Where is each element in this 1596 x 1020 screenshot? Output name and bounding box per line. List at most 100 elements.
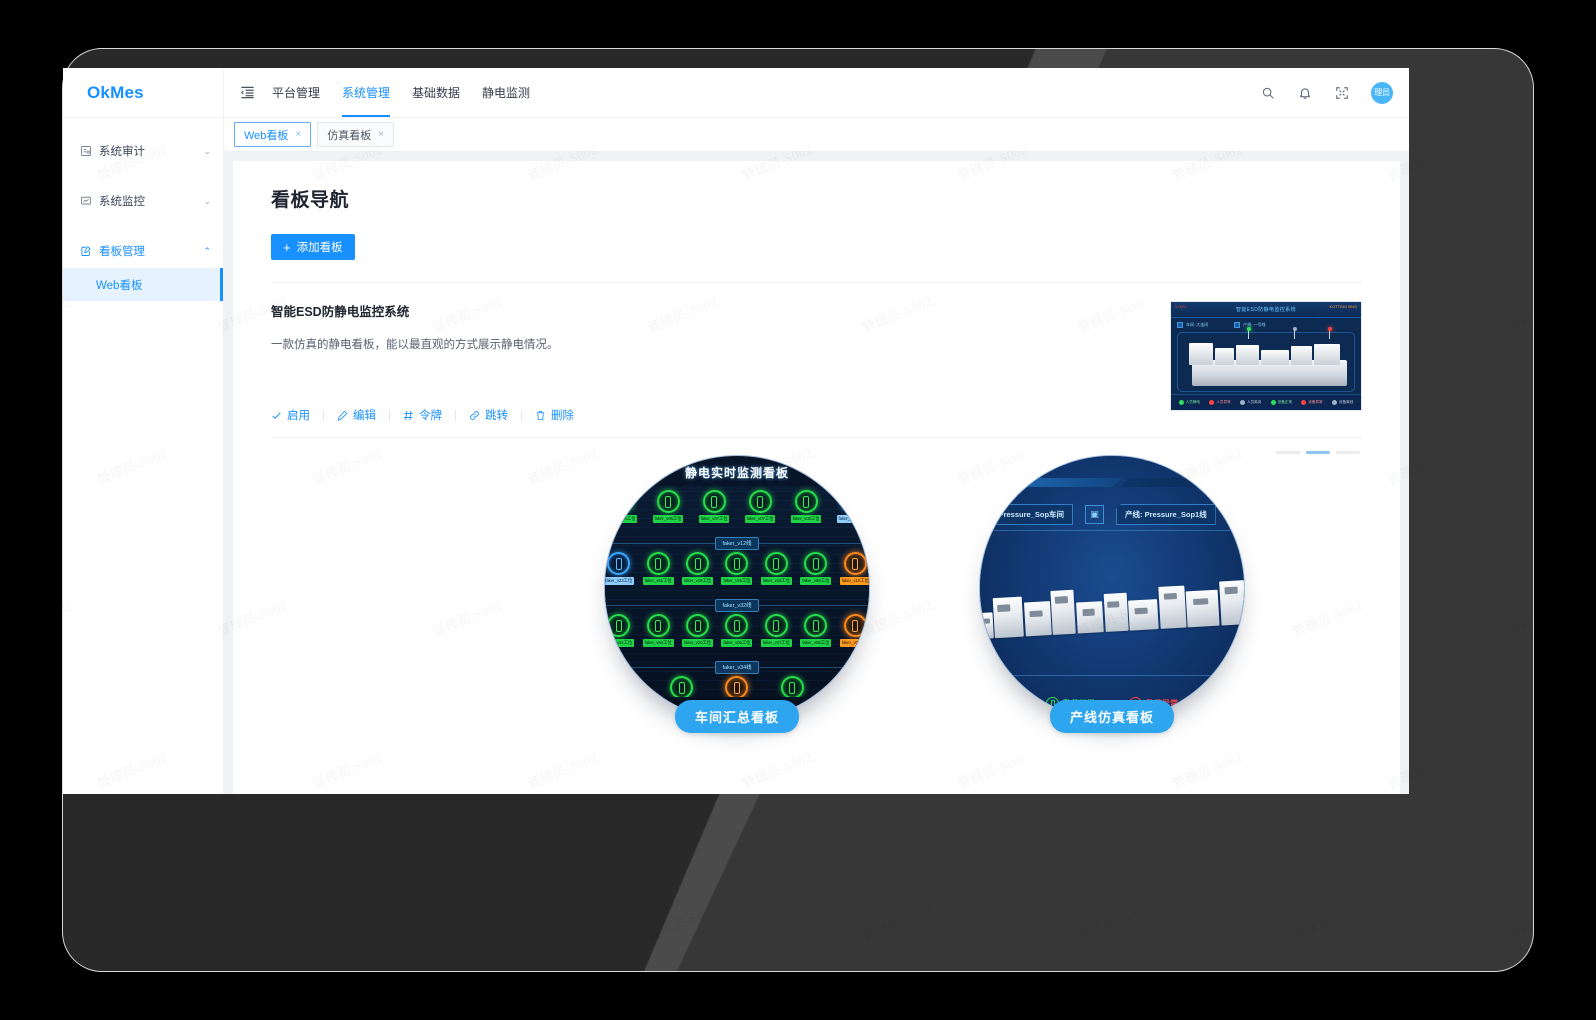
check-icon (272, 411, 281, 419)
layout-toggle-icon[interactable]: ▣ (1085, 505, 1105, 524)
main-column: 平台管理 系统管理 基础数据 静电监测 理员 Web看板 × 仿真看板 × 看板… (224, 68, 1409, 794)
machine (1023, 601, 1052, 637)
chevron-down-icon: ⌄ (203, 195, 211, 206)
sidebar-item-dashboard-management[interactable]: 看板管理 ⌃ (63, 234, 223, 268)
close-icon[interactable]: × (378, 129, 384, 140)
audit-icon (79, 145, 92, 158)
esd-board-title: 静电实时监测看板 (684, 466, 789, 480)
watermark-text: 管理员-S002 (214, 0, 290, 32)
esd-node: faker_v23工位 (605, 552, 635, 585)
top-navigation: 平台管理 系统管理 基础数据 静电监测 (272, 68, 530, 117)
thumbnail-machine (1260, 350, 1289, 365)
dashboard-list-item: 智能ESD防静电监控系统 一款仿真的静电看板，能以最直观的方式展示静电情况。 启… (271, 283, 1362, 423)
simulation-header-bar (1002, 478, 1122, 487)
token-action[interactable]: 令牌 (390, 407, 455, 423)
sidebar-item-web-dashboard[interactable]: Web看板 (63, 268, 223, 301)
sidebar-item-system-monitor[interactable]: 系统监控 ⌄ (63, 184, 223, 218)
thumbnail-title: 智能ESD防静电监控系统 (1235, 307, 1297, 313)
sidebar-item-label: 系统监控 (99, 196, 145, 208)
preview-workshop-summary[interactable]: 静电实时监测看板 faker_v04工位 faker_v06工位 faker_v… (604, 455, 870, 733)
token-label: 令牌 (419, 410, 442, 422)
esd-node (832, 676, 862, 699)
preview-circle[interactable]: 智能 车间: Pressure_Sop车间 ▣ 产线: Pressure_Sop… (979, 455, 1245, 721)
add-dashboard-button[interactable]: + 添加看板 (271, 234, 355, 260)
avatar[interactable]: 理员 (1371, 81, 1393, 104)
esd-node: faker_v31工位 (605, 614, 635, 647)
pager-dash[interactable] (1336, 451, 1360, 454)
content-area: 看板导航 + 添加看板 智能ESD防静电监控系统 一款仿真的静电看板，能以最直观… (224, 152, 1409, 794)
watermark-text: 管理员-S002 (1289, 0, 1365, 32)
preview-button-line-simulation[interactable]: 产线仿真看板 (1049, 700, 1174, 733)
esd-line-divider: faker_v12线 (605, 536, 869, 550)
nav-item-system-management[interactable]: 系统管理 (342, 68, 391, 117)
thumbnail-indicator-pole (1329, 330, 1331, 339)
tab-label: 仿真看板 (327, 129, 372, 142)
search-icon[interactable] (1260, 85, 1276, 101)
monitor-icon (79, 195, 92, 208)
esd-node: faker_v05工位 (836, 490, 868, 523)
thumbnail-machine (1236, 345, 1259, 365)
preview-pager (1276, 451, 1360, 454)
preview-button-workshop-summary[interactable]: 车间汇总看板 (674, 700, 799, 733)
thumbnail-indicator-pole (1248, 330, 1250, 339)
preview-line-simulation[interactable]: 智能 车间: Pressure_Sop车间 ▣ 产线: Pressure_Sop… (979, 455, 1245, 733)
pager-dash-active[interactable] (1306, 451, 1330, 454)
window-tabs: Web看板 × 仿真看板 × (224, 118, 1409, 152)
application-window: OkMes 系统审计 ⌄ 系统监控 ⌄ 看板管理 ⌃ Web看板 平台管理 系统… (63, 68, 1409, 794)
top-header: 平台管理 系统管理 基础数据 静电监测 理员 (224, 68, 1409, 118)
esd-node (667, 676, 697, 699)
jump-action[interactable]: 跳转 (456, 407, 521, 423)
esd-line-label: faker_v32线 (715, 598, 759, 612)
thumbnail-indicator-red (1327, 327, 1332, 331)
nav-item-platform-management[interactable]: 平台管理 (272, 68, 320, 117)
esd-node-row: faker_v04工位 faker_v06工位 faker_v07工位 fake… (605, 490, 869, 538)
preview-circle[interactable]: 静电实时监测看板 faker_v04工位 faker_v06工位 faker_v… (604, 455, 870, 721)
enable-action[interactable]: 启用 (271, 407, 323, 423)
dashboard-description: 一款仿真的静电看板，能以最直观的方式展示静电情况。 (271, 339, 559, 351)
simulation-production-line (980, 561, 1244, 640)
thumbnail-machine (1188, 343, 1214, 365)
esd-node: faker_v18工位 (682, 552, 714, 585)
close-icon[interactable]: × (295, 129, 301, 140)
esd-line-divider: faker_v32线 (605, 598, 869, 612)
pager-dash[interactable] (1276, 451, 1300, 454)
sidebar-subitem-label: Web看板 (96, 279, 143, 292)
chevron-up-icon: ⌃ (203, 245, 211, 256)
link-icon (470, 410, 479, 420)
tab-simulation-dashboard[interactable]: 仿真看板 × (317, 122, 395, 147)
dashboard-thumbnail[interactable]: 5.00% 智能ESD防静电监控系统 KOTTING BNG 车间: 大连间 产… (1170, 301, 1362, 411)
tab-web-dashboard[interactable]: Web看板 × (234, 122, 312, 147)
dashboard-name: 智能ESD防静电监控系统 (271, 305, 410, 319)
esd-node: faker_v16工位 (721, 552, 753, 585)
esd-node (777, 676, 807, 699)
thumbnail-corner-left: 5.00% (1175, 304, 1187, 309)
esd-node: faker_v07工位 (744, 490, 776, 523)
menu-fold-icon[interactable] (238, 84, 256, 102)
simulation-chip-line[interactable]: 产线: Pressure_Sop1线 (1116, 504, 1216, 525)
dashboard-action-bar: 启用 编辑 令牌 跳转 删除 (271, 407, 1150, 423)
sidebar: OkMes 系统审计 ⌄ 系统监控 ⌄ 看板管理 ⌃ Web看板 (63, 68, 224, 794)
esd-node: faker_v20工位 (682, 614, 714, 647)
nav-item-basic-data[interactable]: 基础数据 (412, 68, 460, 117)
sidebar-item-system-audit[interactable]: 系统审计 ⌄ (63, 134, 223, 168)
add-dashboard-label: 添加看板 (296, 242, 343, 254)
edit-action[interactable]: 编辑 (324, 407, 389, 423)
nav-item-esd-monitoring[interactable]: 静电监测 (482, 68, 530, 117)
dashboard-icon (79, 245, 92, 258)
fullscreen-icon[interactable] (1334, 85, 1350, 101)
simulation-chip-workshop[interactable]: 车间: Pressure_Sop车间 (980, 504, 1074, 525)
watermark-text: 管理员-S002 (0, 0, 75, 32)
thumbnail-legend-item: 设备离线 (1331, 400, 1353, 405)
esd-node: faker_v09工位 (839, 614, 869, 647)
delete-action[interactable]: 删除 (522, 407, 587, 423)
divider (271, 437, 1362, 438)
jump-label: 跳转 (485, 410, 508, 422)
esd-node: faker_v84工位 (642, 614, 674, 647)
page-title: 看板导航 (271, 190, 350, 211)
bell-icon[interactable] (1297, 85, 1313, 101)
brand-logo[interactable]: OkMes (63, 68, 223, 118)
esd-node: faker_v08工位 (790, 490, 822, 523)
esd-node (612, 676, 642, 699)
machine (1185, 589, 1220, 628)
